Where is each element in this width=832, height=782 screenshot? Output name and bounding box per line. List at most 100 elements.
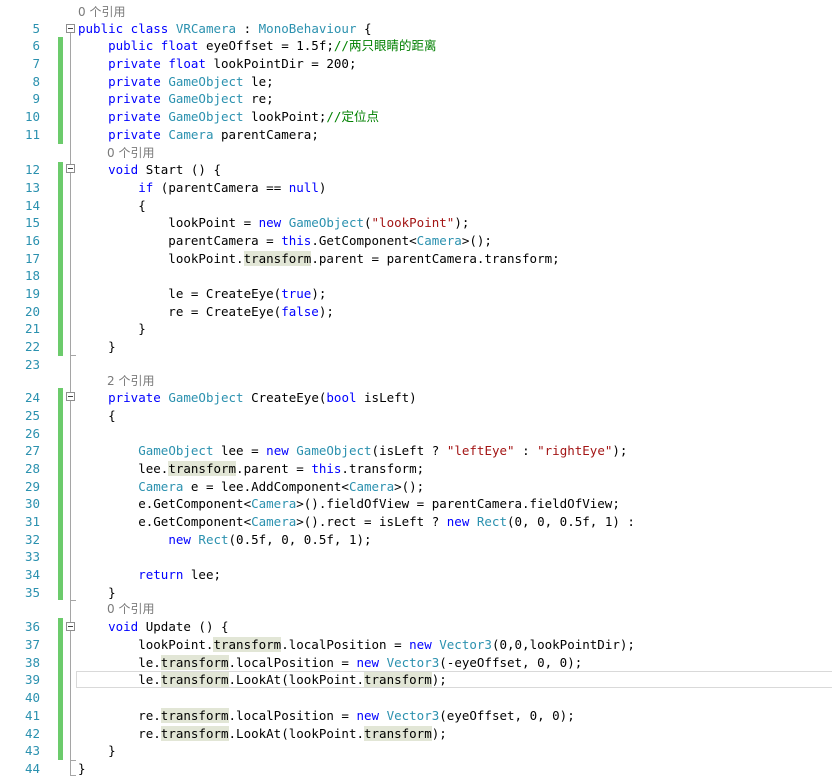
code-token: {	[356, 21, 372, 36]
code-line[interactable]: void Start () {	[78, 161, 221, 178]
code-token: Rect	[198, 532, 229, 547]
code-line[interactable]: e.GetComponent<Camera>().rect = isLeft ?…	[78, 513, 635, 530]
collapse-update-icon[interactable]	[66, 622, 75, 631]
code-token: );	[431, 672, 447, 687]
code-token: private float	[108, 56, 206, 71]
code-line[interactable]: private Camera parentCamera;	[78, 126, 319, 143]
code-line[interactable]: le.transform.localPosition = new Vector3…	[78, 654, 582, 671]
code-line[interactable]: public class VRCamera : MonoBehaviour {	[78, 20, 372, 37]
code-token: GameObject	[168, 91, 244, 106]
line-number: 39	[24, 672, 40, 687]
code-line[interactable]: new Rect(0.5f, 0, 0.5f, 1);	[78, 531, 371, 548]
code-token: .GetComponent<	[311, 233, 417, 248]
code-token: private	[108, 74, 169, 89]
code-line[interactable]: lookPoint.transform.localPosition = new …	[78, 636, 635, 653]
collapse-class-icon[interactable]	[66, 24, 75, 33]
code-line[interactable]: }	[78, 584, 116, 601]
code-line[interactable]: parentCamera = this.GetComponent<Camera>…	[78, 232, 492, 249]
code-token: "rightEye"	[537, 443, 613, 458]
code-line[interactable]: Camera e = lee.AddComponent<Camera>();	[78, 478, 424, 495]
code-token: );	[454, 215, 470, 230]
code-token: >();	[461, 233, 492, 248]
code-line[interactable]: private GameObject CreateEye(bool isLeft…	[78, 389, 417, 406]
code-line[interactable]: {	[78, 197, 146, 214]
code-lens-references[interactable]: 0 个引用	[107, 145, 154, 162]
collapse-createeye-icon[interactable]	[66, 392, 75, 401]
code-token: true	[281, 286, 312, 301]
code-line[interactable]: re = CreateEye(false);	[78, 303, 334, 320]
code-token: e.GetComponent<	[78, 514, 252, 529]
code-line[interactable]: le = CreateEye(true);	[78, 285, 326, 302]
code-lens-references[interactable]: 2 个引用	[107, 373, 154, 390]
code-token: null	[288, 180, 319, 195]
line-number: 36	[24, 619, 40, 634]
code-token: );	[431, 726, 447, 741]
code-line[interactable]: {	[78, 407, 116, 424]
line-number: 6	[32, 38, 40, 53]
line-number: 38	[24, 655, 40, 670]
line-number: 25	[24, 408, 40, 423]
line-number: 5	[32, 21, 40, 36]
line-number: 42	[24, 726, 40, 741]
line-number: 14	[24, 198, 40, 213]
code-line[interactable]: lookPoint = new GameObject("lookPoint");	[78, 214, 469, 231]
code-line[interactable]: return lee;	[78, 566, 221, 583]
code-token: Start () {	[138, 162, 222, 177]
code-line[interactable]: if (parentCamera == null)	[78, 179, 326, 196]
code-line[interactable]: private float lookPointDir = 200;	[78, 55, 356, 72]
code-line[interactable]: re.transform.LookAt(lookPoint.transform)…	[78, 725, 447, 742]
code-line[interactable]: }	[78, 320, 146, 337]
code-line[interactable]: private GameObject lookPoint;//定位点	[78, 108, 379, 125]
code-token: );	[318, 304, 334, 319]
code-line[interactable]: }	[78, 742, 116, 759]
outline-end-tick	[70, 760, 76, 761]
code-editor[interactable]: 0 个引用 0 个引用 2 个引用 0 个引用 5 public class VR…	[0, 0, 832, 782]
code-line[interactable]: public float eyeOffset = 1.5f;//两只眼睛的距离	[78, 37, 436, 54]
code-token: lookPointDir = 200;	[205, 56, 357, 71]
line-number: 8	[32, 74, 40, 89]
line-number: 26	[24, 426, 40, 441]
code-line[interactable]: private GameObject re;	[78, 90, 274, 107]
collapse-start-icon[interactable]	[66, 164, 75, 173]
code-token: private	[108, 390, 169, 405]
code-token: lookPoint;	[243, 109, 327, 124]
code-token: void	[108, 619, 139, 634]
code-line[interactable]: le.transform.LookAt(lookPoint.transform)…	[78, 671, 447, 688]
code-line[interactable]: }	[78, 760, 86, 777]
code-line[interactable]: re.transform.localPosition = new Vector3…	[78, 707, 575, 724]
code-token: lookPoint.	[78, 637, 214, 652]
code-token: .parent = parentCamera.transform;	[311, 251, 560, 266]
code-line[interactable]: void Update () {	[78, 618, 228, 635]
code-token: transform	[160, 655, 229, 670]
code-line[interactable]: lee.transform.parent = this.transform;	[78, 460, 424, 477]
code-token: private	[108, 91, 169, 106]
code-token: lee;	[183, 567, 222, 582]
code-token: CreateEye(	[243, 390, 327, 405]
code-token: Camera	[168, 127, 214, 142]
code-token: {	[78, 408, 116, 423]
code-token: VRCamera	[175, 21, 237, 36]
code-token: //两只眼睛的距离	[333, 38, 437, 53]
code-token: }	[78, 761, 86, 776]
code-line[interactable]: GameObject lee = new GameObject(isLeft ?…	[78, 442, 627, 459]
line-number: 30	[24, 496, 40, 511]
code-line[interactable]: }	[78, 338, 116, 355]
code-line[interactable]: e.GetComponent<Camera>().fieldOfView = p…	[78, 495, 620, 512]
code-line[interactable]: private GameObject le;	[78, 73, 274, 90]
code-token: Camera	[251, 496, 297, 511]
change-indicator-bar	[58, 37, 63, 144]
outline-end-tick	[70, 600, 76, 601]
code-lens-references[interactable]: 0 个引用	[78, 4, 125, 21]
outline-end-tick	[70, 355, 76, 356]
code-line[interactable]: lookPoint.transform.parent = parentCamer…	[78, 250, 560, 267]
code-lens-references[interactable]: 0 个引用	[107, 601, 154, 618]
code-token: transform	[364, 726, 432, 741]
